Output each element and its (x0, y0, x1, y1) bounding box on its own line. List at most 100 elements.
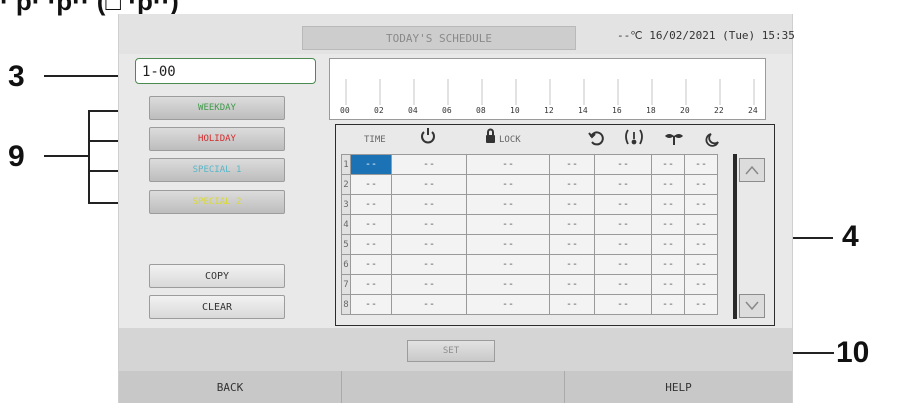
onoff-cell[interactable]: -- (391, 174, 467, 195)
time-cell[interactable]: -- (350, 254, 392, 275)
mode-cell[interactable]: -- (549, 294, 595, 315)
fan-cell[interactable]: -- (651, 294, 685, 315)
back-button[interactable]: BACK (119, 371, 342, 403)
onoff-cell[interactable]: -- (391, 274, 467, 295)
header-bar: TODAY'S SCHEDULE --℃ 16/02/2021 (Tue) 15… (119, 14, 795, 54)
scroll-down-button[interactable] (739, 294, 765, 318)
temp-cell[interactable]: -- (594, 274, 652, 295)
timeline-hour-label: 12 (544, 106, 554, 115)
mode-cell[interactable]: -- (549, 174, 595, 195)
timeline-hour-label: 18 (646, 106, 656, 115)
night-cell[interactable]: -- (684, 174, 718, 195)
weekday-button[interactable]: WEEKDAY (149, 96, 285, 120)
fan-cell[interactable]: -- (651, 194, 685, 215)
group-name-field[interactable]: 1-00 (135, 58, 316, 84)
lock-cell[interactable]: -- (466, 174, 550, 195)
onoff-cell[interactable]: -- (391, 294, 467, 315)
temp-cell[interactable]: -- (594, 234, 652, 255)
onoff-cell[interactable]: -- (391, 214, 467, 235)
special2-button[interactable]: SPECIAL 2 (149, 190, 285, 214)
night-cell[interactable]: -- (684, 154, 718, 175)
temp-cell[interactable]: -- (594, 214, 652, 235)
temp-cell[interactable]: -- (594, 254, 652, 275)
mode-cell[interactable]: -- (549, 154, 595, 175)
row-number: 8 (341, 294, 351, 315)
fan-cell[interactable]: -- (651, 274, 685, 295)
mode-cell[interactable]: -- (549, 194, 595, 215)
power-icon (421, 128, 435, 144)
lock-cell[interactable]: -- (466, 234, 550, 255)
callout-line (44, 155, 90, 157)
timeline-hour-label: 08 (476, 106, 486, 115)
night-mode-icon (705, 133, 719, 147)
callout-4: 4 (842, 220, 859, 253)
lock-cell[interactable]: -- (466, 294, 550, 315)
time-cell[interactable]: -- (350, 174, 392, 195)
row-number: 3 (341, 194, 351, 215)
help-button[interactable]: HELP (565, 371, 792, 403)
lock-cell[interactable]: -- (466, 214, 550, 235)
night-cell[interactable]: -- (684, 294, 718, 315)
scroll-up-button[interactable] (739, 158, 765, 182)
night-cell[interactable]: -- (684, 274, 718, 295)
copy-button[interactable]: COPY (149, 264, 285, 288)
temp-cell[interactable]: -- (594, 194, 652, 215)
night-cell[interactable]: -- (684, 214, 718, 235)
special1-button[interactable]: SPECIAL 1 (149, 158, 285, 182)
time-cell[interactable]: -- (350, 154, 392, 175)
time-cell[interactable]: -- (350, 294, 392, 315)
schedule-table: 1 -- -- -- -- -- -- -- 2 -- -- -- -- -- … (341, 154, 718, 315)
mode-cell[interactable]: -- (549, 254, 595, 275)
lock-cell[interactable]: -- (466, 254, 550, 275)
mode-icon (588, 131, 604, 146)
lock-cell[interactable]: -- (466, 154, 550, 175)
lock-cell[interactable]: -- (466, 274, 550, 295)
night-cell[interactable]: -- (684, 194, 718, 215)
row-number: 2 (341, 174, 351, 195)
time-cell[interactable]: -- (350, 274, 392, 295)
night-cell[interactable]: -- (684, 234, 718, 255)
header-icons (421, 128, 719, 147)
mode-cell[interactable]: -- (549, 234, 595, 255)
scrollbar[interactable] (733, 154, 737, 319)
fan-cell[interactable]: -- (651, 174, 685, 195)
temp-cell[interactable]: -- (594, 294, 652, 315)
table-row: 6 -- -- -- -- -- -- -- (341, 254, 718, 275)
timeline-hour-label: 14 (578, 106, 588, 115)
fan-cell[interactable]: -- (651, 214, 685, 235)
mode-cell[interactable]: -- (549, 214, 595, 235)
callout-9: 9 (8, 140, 25, 173)
time-cell[interactable]: -- (350, 194, 392, 215)
callout-3: 3 (8, 60, 25, 93)
onoff-cell[interactable]: -- (391, 234, 467, 255)
fan-cell[interactable]: -- (651, 234, 685, 255)
table-row: 3 -- -- -- -- -- -- -- (341, 194, 718, 215)
onoff-cell[interactable]: -- (391, 254, 467, 275)
row-number: 6 (341, 254, 351, 275)
lock-cell[interactable]: -- (466, 194, 550, 215)
holiday-label: HOLIDAY (198, 134, 236, 144)
schedule-screen: TODAY'S SCHEDULE --℃ 16/02/2021 (Tue) 15… (118, 14, 795, 403)
mode-cell[interactable]: -- (549, 274, 595, 295)
temp-cell[interactable]: -- (594, 154, 652, 175)
set-button[interactable]: SET (407, 340, 495, 362)
holiday-button[interactable]: HOLIDAY (149, 127, 285, 151)
clear-button[interactable]: CLEAR (149, 295, 285, 319)
fan-cell[interactable]: -- (651, 154, 685, 175)
page-title: TODAY'S SCHEDULE (302, 26, 576, 50)
night-cell[interactable]: -- (684, 254, 718, 275)
temp-cell[interactable]: -- (594, 174, 652, 195)
timeline-hour-label: 16 (612, 106, 622, 115)
onoff-cell[interactable]: -- (391, 194, 467, 215)
special2-label: SPECIAL 2 (192, 197, 242, 207)
table-row: 7 -- -- -- -- -- -- -- (341, 274, 718, 295)
time-cell[interactable]: -- (350, 234, 392, 255)
footer-empty (342, 371, 565, 403)
fan-cell[interactable]: -- (651, 254, 685, 275)
time-cell[interactable]: -- (350, 214, 392, 235)
special1-label: SPECIAL 1 (192, 165, 242, 175)
onoff-cell[interactable]: -- (391, 154, 467, 175)
row-number: 1 (341, 154, 351, 175)
callout-bracket (88, 110, 90, 204)
footer-bar: BACK HELP (119, 371, 792, 403)
